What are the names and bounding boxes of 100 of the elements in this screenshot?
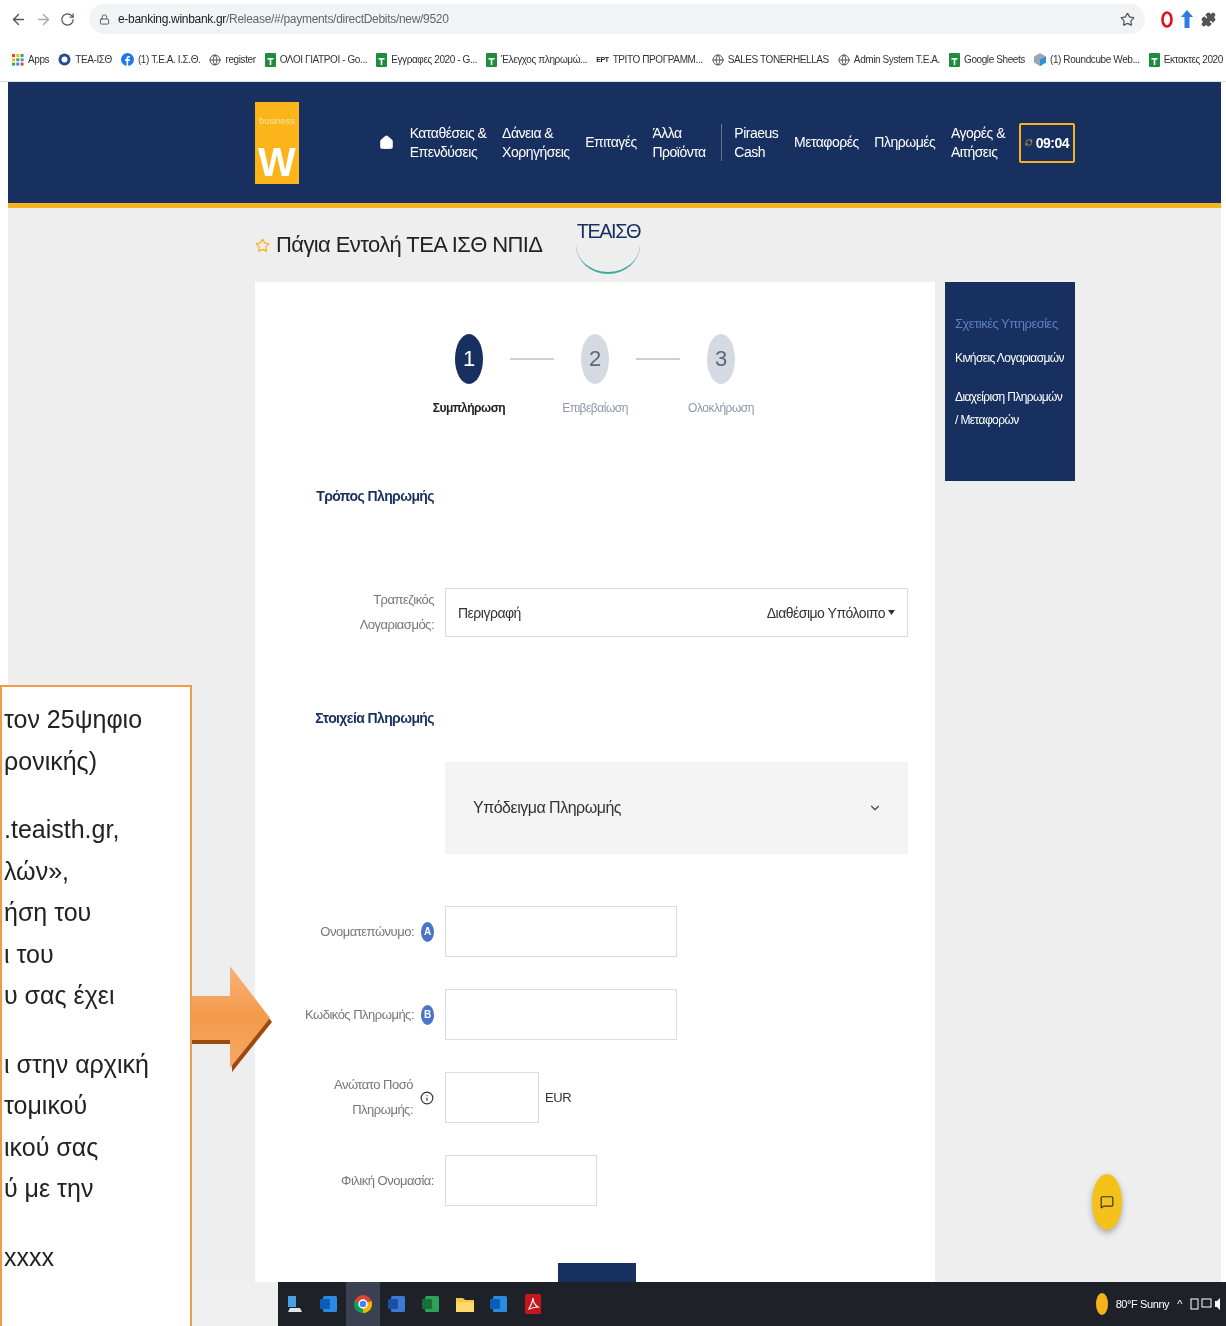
sheet-icon [264, 52, 276, 67]
computer-icon [286, 1295, 304, 1313]
bookmark-link[interactable]: Google Sheets [949, 52, 1025, 67]
nav-link[interactable]: Δάνεια & Χορηγήσεις [502, 124, 570, 161]
nav-link[interactable]: Καταθέσεις & Επενδύσεις [409, 124, 487, 161]
panel-title: Σχετικές Υπηρεσίες [955, 316, 1059, 331]
logo-letter: W [258, 141, 296, 182]
document-app-icon [388, 1295, 406, 1313]
step-number: 2 [581, 334, 609, 384]
currency-label: EUR [545, 1090, 572, 1106]
address-text: e-banking.winbank.gr/Release/#/payments/directDebits/new/9520 [118, 12, 449, 26]
nav-link[interactable]: Αγορές & Αιτήσεις [950, 124, 1005, 161]
note-text: xxxx [4, 1241, 55, 1273]
note-text: .teaisth.gr, [4, 814, 121, 845]
service-link[interactable]: Κινήσεις Λογαριασμών [955, 347, 1065, 370]
step-label: Επιβεβαίωση [562, 401, 628, 415]
session-timer[interactable]: 09:04 [1019, 122, 1075, 163]
input-field[interactable] [445, 906, 677, 958]
bookmark-link[interactable]: Εκτακτες 2020 [1148, 52, 1223, 67]
pdf-icon [525, 1294, 541, 1314]
note-text: ρονικής) [4, 745, 98, 777]
reload-icon[interactable] [60, 11, 75, 27]
note-text: ικού σας [4, 1131, 100, 1163]
field-label: Τραπεζικός Λογαριασμός: [359, 591, 434, 634]
logo-small-text: business [259, 115, 295, 126]
mail-app-icon [490, 1295, 508, 1313]
address-bar[interactable]: e-banking.winbank.gr/Release/#/payments/directDebits/new/9520 [89, 4, 1145, 34]
bookmark-link[interactable]: Apps [12, 53, 50, 66]
bookmark-link[interactable]: Εγγραφες 2020 - G... [376, 52, 478, 67]
bookmark-link[interactable]: Έλεγχος πληρωμώ... [486, 52, 588, 67]
note-text: υ σας έχει [4, 980, 116, 1011]
note-text: ι στην αρχική [4, 1048, 150, 1080]
input-field[interactable] [445, 989, 677, 1041]
spreadsheet-app-icon [422, 1295, 440, 1313]
browser-icon [353, 1294, 373, 1314]
section-heading: Στοιχεία Πληρωμής [314, 710, 435, 727]
account-select[interactable]: Περιγραφή Διαθέσιμο Υπόλοιπο [445, 588, 908, 638]
bookmark-link[interactable]: ΤΕΑ-ΙΣΘ [58, 53, 112, 66]
bookmark-link[interactable]: (1) Roundcube Web... [1033, 53, 1140, 66]
caret-icon [888, 610, 895, 616]
emblem-icon [58, 53, 72, 66]
extensions-icon[interactable] [1201, 11, 1216, 27]
bookmark-link[interactable]: ΟΛΟΙ ΓΙΑΤΡΟΙ - Go... [264, 52, 368, 67]
info-icon[interactable] [420, 1090, 434, 1105]
note-text: τον 25ψηφιο [4, 704, 144, 735]
nav-link[interactable]: Άλλα Προϊόντα [652, 124, 706, 161]
step-number: 3 [707, 334, 735, 384]
sheet-icon [1148, 52, 1160, 67]
field-label: Ονοματεπώνυμο: [320, 922, 414, 941]
favorite-star-icon[interactable] [255, 237, 270, 253]
taskbar-app[interactable] [346, 1282, 380, 1326]
bookmark-link[interactable]: register [209, 53, 256, 66]
dropdown-label: Υπόδειγμα Πληρωμής [473, 799, 621, 818]
globe-icon [837, 53, 850, 66]
arrow-up-icon[interactable] [1181, 10, 1193, 28]
ring-icon[interactable] [1161, 10, 1173, 28]
bookmark-link[interactable]: Admin System T.E.A. [837, 53, 940, 66]
step-label: Συμπλήρωση [432, 401, 506, 415]
tray-icons-drawing[interactable] [1190, 1297, 1220, 1311]
sheet-icon [486, 52, 498, 67]
weather-text[interactable]: 80°F Sunny [1115, 1298, 1170, 1310]
sheet-icon [949, 52, 960, 67]
mail-app-icon [320, 1295, 338, 1313]
note-text: ύ με την [4, 1173, 95, 1204]
section-heading: Τρόπος Πληρωμής [315, 488, 435, 504]
amount-field[interactable] [445, 1072, 539, 1124]
nav-link[interactable]: Πληρωμές [874, 133, 936, 152]
folder-icon [456, 1296, 474, 1312]
lock-icon [99, 13, 110, 25]
note-text: ήση του [4, 897, 93, 928]
input-field[interactable] [445, 1155, 597, 1207]
field-label: Ανώτατο Ποσό Πληρωμής: [333, 1076, 413, 1119]
field-label: Κωδικός Πληρωμής: [305, 1005, 414, 1024]
tray-caret[interactable]: ^ [1177, 1298, 1182, 1310]
nav-link[interactable]: Επιταγές [585, 133, 637, 152]
nav-link[interactable]: Μεταφορές [794, 133, 859, 152]
home-icon[interactable] [379, 135, 394, 150]
globe-icon [711, 53, 724, 66]
select-value: Περιγραφή [458, 604, 521, 621]
cube-icon [1033, 53, 1046, 66]
note-text: λών», [4, 855, 70, 887]
page-title: Πάγια Εντολή ΤΕΑ ΙΣΘ ΝΠΙΔ [276, 232, 543, 258]
balance-label: Διαθέσιμο Υπόλοιπο [766, 604, 885, 621]
bookmark-link[interactable]: SALES TONERHELLAS [711, 53, 829, 66]
service-link[interactable]: Διαχείριση Πληρωμών / Μεταφορών [955, 385, 1065, 432]
field-label: Φιλική Ονομασία: [341, 1171, 434, 1190]
nav-link[interactable]: Piraeus Cash [721, 124, 779, 161]
template-dropdown[interactable]: Υπόδειγμα Πληρωμής [445, 762, 908, 855]
bookmark-star-icon[interactable] [1120, 11, 1135, 27]
letter-badge: A [421, 921, 434, 942]
globe-icon [209, 53, 222, 66]
organization-logo: ΤΕΑΙΣΘ [576, 216, 641, 274]
sun-icon [1095, 1293, 1108, 1315]
bookmark-link[interactable]: (1) Τ.Ε.Α. Ι.Σ.Θ. [120, 53, 201, 66]
note-text: ι του [4, 938, 55, 970]
refresh-icon [1025, 137, 1033, 148]
note-text: τομικού [4, 1090, 89, 1121]
facebook-icon [120, 53, 134, 66]
step-label: Ολοκλήρωση [688, 401, 754, 415]
chat-icon [1100, 1195, 1114, 1209]
